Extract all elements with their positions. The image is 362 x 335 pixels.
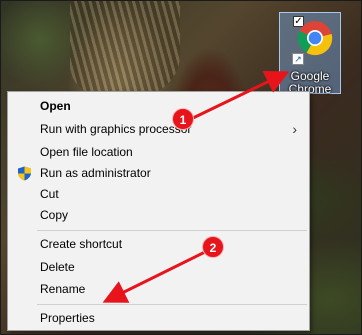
screenshot-border: [0, 0, 362, 335]
